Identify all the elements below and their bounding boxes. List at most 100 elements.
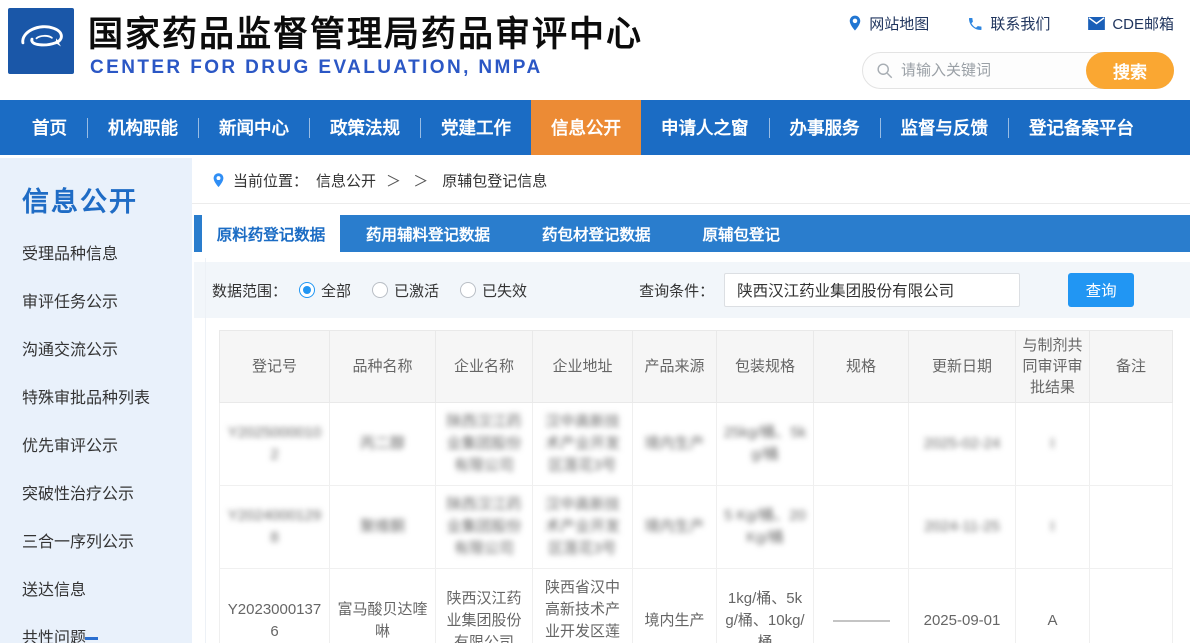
cell-packaging-spec: 1kg/桶、5kg/桶、10kg/桶 xyxy=(717,569,814,643)
nav-item-party[interactable]: 党建工作 xyxy=(421,100,531,155)
search-icon xyxy=(876,62,894,80)
table-row: Y20250000102 丙二醇 陕西汉江药业集团股份有限公司 汉中高新技术产业… xyxy=(220,403,1173,486)
col-joint-review-result: 与制剂共同审评审批结果 xyxy=(1016,331,1090,403)
contact-link[interactable]: 联系我们 xyxy=(967,13,1050,34)
cell-joint-review-result: I xyxy=(1016,403,1090,486)
sidebar-item-special-approval[interactable]: 特殊审批品种列表 xyxy=(22,375,192,423)
location-pin-icon xyxy=(848,15,862,32)
col-company-name: 企业名称 xyxy=(436,331,533,403)
col-variety-name: 品种名称 xyxy=(330,331,436,403)
cell-packaging-spec: 25kg/桶、5kg/桶 xyxy=(717,403,814,486)
nav-item-functions[interactable]: 机构职能 xyxy=(88,100,198,155)
cell-product-source: 境内生产 xyxy=(633,486,717,569)
query-button[interactable]: 查询 xyxy=(1068,273,1134,307)
sidebar-item-breakthrough-therapy[interactable]: 突破性治疗公示 xyxy=(22,471,192,519)
cell-update-date: 2025-02-24 xyxy=(909,403,1016,486)
filter-bar: 数据范围： 全部 已激活 已失效 查询条件： 查询 xyxy=(194,262,1190,318)
sitemap-label: 网站地图 xyxy=(869,13,929,34)
cell-remark xyxy=(1090,403,1173,486)
query-label: 查询条件： xyxy=(639,280,714,301)
sidebar-item-review-tasks[interactable]: 审评任务公示 xyxy=(22,279,192,327)
site-subtitle: CENTER FOR DRUG EVALUATION, NMPA xyxy=(90,57,543,79)
page: 国家药品监督管理局药品审评中心 CENTER FOR DRUG EVALUATI… xyxy=(0,0,1190,643)
cell-remark xyxy=(1090,569,1173,643)
radio-activated-dot xyxy=(372,282,388,298)
radio-expired-label: 已失效 xyxy=(482,280,527,301)
cell-registration-no: Y20240001298 xyxy=(220,486,330,569)
cell-variety-name: 聚维酮 xyxy=(330,486,436,569)
cell-product-source: 境内生产 xyxy=(633,569,717,643)
table-row: Y20230001376 富马酸贝达喹啉 陕西汉江药业集团股份有限公司 陕西省汉… xyxy=(220,569,1173,643)
radio-all-dot xyxy=(299,282,315,298)
radio-expired[interactable]: 已失效 xyxy=(460,280,527,301)
cell-registration-no: Y20250000102 xyxy=(220,403,330,486)
nav-item-services[interactable]: 办事服务 xyxy=(770,100,880,155)
phone-icon xyxy=(967,16,983,32)
nav-item-policies[interactable]: 政策法规 xyxy=(310,100,420,155)
sidebar-item-common-issues[interactable]: 共性问题 xyxy=(22,615,192,643)
cell-company-address: 汉中高新技术产业开发区莲花3号 xyxy=(533,486,633,569)
cell-product-source: 境内生产 xyxy=(633,403,717,486)
data-tabs: 原料药登记数据 药用辅料登记数据 药包材登记数据 原辅包登记 xyxy=(194,215,1190,252)
nav-item-supervision[interactable]: 监督与反馈 xyxy=(881,100,1009,155)
cell-spec xyxy=(814,486,909,569)
header-search-button[interactable]: 搜索 xyxy=(1086,52,1174,89)
envelope-icon xyxy=(1088,17,1105,30)
header-search: 搜索 xyxy=(862,52,1174,89)
table-row: Y20240001298 聚维酮 陕西汉江药业集团股份有限公司 汉中高新技术产业… xyxy=(220,486,1173,569)
nav-item-news[interactable]: 新闻中心 xyxy=(199,100,309,155)
scope-label: 数据范围： xyxy=(212,280,287,301)
cell-joint-review-result: I xyxy=(1016,486,1090,569)
site-header: 国家药品监督管理局药品审评中心 CENTER FOR DRUG EVALUATI… xyxy=(0,0,1190,100)
col-remark: 备注 xyxy=(1090,331,1173,403)
cell-joint-review-result: A xyxy=(1016,569,1090,643)
sidebar-item-communication[interactable]: 沟通交流公示 xyxy=(22,327,192,375)
col-spec: 规格 xyxy=(814,331,909,403)
radio-all[interactable]: 全部 xyxy=(299,280,351,301)
cell-update-date: 2025-09-01 xyxy=(909,569,1016,643)
sidebar-item-delivery-info[interactable]: 送达信息 xyxy=(22,567,192,615)
tab-excipient-data[interactable]: 药用辅料登记数据 xyxy=(340,215,516,252)
cell-remark xyxy=(1090,486,1173,569)
breadcrumb-page[interactable]: 原辅包登记信息 xyxy=(442,170,547,191)
breadcrumb-pin-icon xyxy=(212,172,225,189)
mail-link[interactable]: CDE邮箱 xyxy=(1088,13,1174,34)
tab-packaging-data[interactable]: 药包材登记数据 xyxy=(516,215,677,252)
site-title: 国家药品监督管理局药品审评中心 xyxy=(88,6,643,57)
query-condition-input[interactable] xyxy=(724,273,1020,307)
col-packaging-spec: 包装规格 xyxy=(717,331,814,403)
cell-variety-name: 富马酸贝达喹啉 xyxy=(330,569,436,643)
sidebar-item-priority-review[interactable]: 优先审评公示 xyxy=(22,423,192,471)
main-content: 当前位置：信息公开 ＞ ＞ 原辅包登记信息 原料药登记数据 药用辅料登记数据 药… xyxy=(192,158,1190,643)
cell-spec: ———— xyxy=(814,569,909,643)
sidebar-underline-fragment xyxy=(85,637,98,640)
radio-activated[interactable]: 已激活 xyxy=(372,280,439,301)
cell-company-name: 陕西汉江药业集团股份有限公司 xyxy=(436,486,533,569)
contact-label: 联系我们 xyxy=(990,13,1050,34)
breadcrumb-section[interactable]: 信息公开 xyxy=(316,170,376,191)
cde-logo[interactable] xyxy=(8,8,74,74)
col-update-date: 更新日期 xyxy=(909,331,1016,403)
nav-item-applicant-window[interactable]: 申请人之窗 xyxy=(641,100,769,155)
mail-label: CDE邮箱 xyxy=(1112,13,1174,34)
keyword-search-input[interactable] xyxy=(901,54,1081,87)
tab-raw-material-data[interactable]: 原料药登记数据 xyxy=(202,215,340,252)
cell-company-name: 陕西汉江药业集团股份有限公司 xyxy=(436,403,533,486)
sidebar-item-accepted-varieties[interactable]: 受理品种信息 xyxy=(22,231,192,279)
col-registration-no: 登记号 xyxy=(220,331,330,403)
radio-expired-dot xyxy=(460,282,476,298)
nav-item-home[interactable]: 首页 xyxy=(12,100,87,155)
breadcrumb: 当前位置：信息公开 ＞ ＞ 原辅包登记信息 xyxy=(192,158,1190,204)
cell-registration-no: Y20230001376 xyxy=(220,569,330,643)
sidebar-item-three-in-one[interactable]: 三合一序列公示 xyxy=(22,519,192,567)
radio-all-label: 全部 xyxy=(321,280,351,301)
table-header-row: 登记号 品种名称 企业名称 企业地址 产品来源 包装规格 规格 更新日期 与制剂… xyxy=(220,331,1173,403)
nav-item-info-disclosure[interactable]: 信息公开 xyxy=(531,100,641,155)
results-table: 登记号 品种名称 企业名称 企业地址 产品来源 包装规格 规格 更新日期 与制剂… xyxy=(219,330,1173,643)
nav-item-registration-platform[interactable]: 登记备案平台 xyxy=(1009,100,1154,155)
breadcrumb-separator: ＞ ＞ xyxy=(386,170,432,191)
tab-registration[interactable]: 原辅包登记 xyxy=(677,215,807,252)
cell-company-name: 陕西汉江药业集团股份有限公司 xyxy=(436,569,533,643)
col-product-source: 产品来源 xyxy=(633,331,717,403)
sitemap-link[interactable]: 网站地图 xyxy=(848,13,929,34)
